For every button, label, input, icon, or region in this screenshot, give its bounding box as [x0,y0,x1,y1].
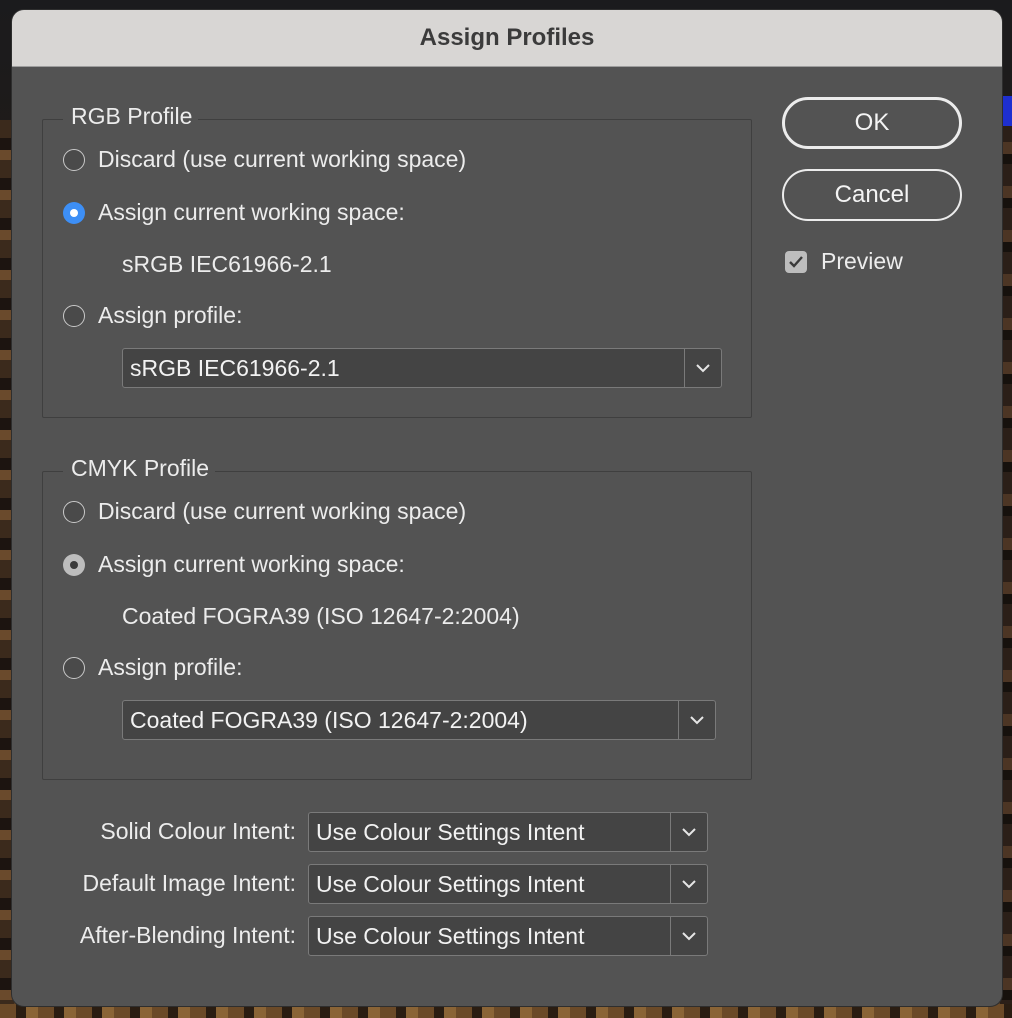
rgb-profile-dropdown[interactable]: sRGB IEC61966-2.1 [122,348,722,388]
ok-button[interactable]: OK [782,97,962,149]
solid-colour-intent-toggle[interactable] [670,813,707,851]
rgb-discard-label: Discard (use current working space) [98,146,467,172]
rgb-assign-current-option[interactable]: Assign current working space: [63,199,405,226]
dialog-title: Assign Profiles [419,24,595,51]
rgb-assign-current-radio[interactable] [63,201,85,224]
default-image-intent-value: Use Colour Settings Intent [316,870,585,897]
preview-option[interactable]: Preview [785,248,903,275]
assign-profiles-dialog: Assign Profiles RGB Profile Discard (use… [12,10,1002,1006]
default-image-intent-dropdown[interactable]: Use Colour Settings Intent [308,864,708,904]
cmyk-profile-dropdown-value: Coated FOGRA39 (ISO 12647-2:2004) [130,706,528,733]
cancel-button[interactable]: Cancel [782,169,962,221]
cmyk-assign-profile-label: Assign profile: [98,654,243,680]
rgb-discard-option[interactable]: Discard (use current working space) [63,146,466,173]
rgb-current-working-space: sRGB IEC61966-2.1 [122,251,332,277]
chevron-down-icon [682,827,696,836]
cmyk-discard-radio[interactable] [63,500,85,523]
solid-colour-intent-value: Use Colour Settings Intent [316,818,585,845]
rgb-discard-radio[interactable] [63,148,85,171]
preview-checkbox[interactable] [785,250,807,273]
default-image-intent-toggle[interactable] [670,865,707,903]
solid-colour-intent-label: Solid Colour Intent: [100,818,296,844]
cmyk-profile-dropdown-toggle[interactable] [678,701,715,739]
rgb-assign-current-label: Assign current working space: [98,199,405,225]
rgb-assign-profile-option[interactable]: Assign profile: [63,302,242,329]
default-image-intent-label: Default Image Intent: [82,870,296,896]
dialog-titlebar[interactable]: Assign Profiles [12,10,1002,67]
solid-colour-intent-dropdown[interactable]: Use Colour Settings Intent [308,812,708,852]
chevron-down-icon [682,931,696,940]
cmyk-assign-current-label: Assign current working space: [98,551,405,577]
cmyk-discard-label: Discard (use current working space) [98,498,467,524]
cmyk-profile-group: CMYK Profile Discard (use current workin… [42,455,752,780]
rgb-profile-group: RGB Profile Discard (use current working… [42,103,752,418]
cmyk-discard-option[interactable]: Discard (use current working space) [63,498,466,525]
cmyk-current-working-space: Coated FOGRA39 (ISO 12647-2:2004) [122,603,520,629]
after-blending-intent-label: After-Blending Intent: [79,922,296,948]
checkmark-icon [789,255,803,268]
cmyk-assign-profile-option[interactable]: Assign profile: [63,654,242,681]
preview-label: Preview [821,248,903,274]
rgb-assign-profile-radio[interactable] [63,304,85,327]
chevron-down-icon [682,879,696,888]
chevron-down-icon [696,363,710,372]
after-blending-intent-toggle[interactable] [670,917,707,955]
chevron-down-icon [690,715,704,724]
cmyk-profile-dropdown[interactable]: Coated FOGRA39 (ISO 12647-2:2004) [122,700,716,740]
rgb-profile-dropdown-toggle[interactable] [684,349,721,387]
rgb-assign-profile-label: Assign profile: [98,302,243,328]
background-window-edge-bottom [0,1004,1012,1018]
cmyk-profile-group-label: CMYK Profile [63,455,216,482]
cmyk-assign-current-option[interactable]: Assign current working space: [63,551,405,578]
after-blending-intent-value: Use Colour Settings Intent [316,922,585,949]
cmyk-assign-current-radio[interactable] [63,553,85,576]
cmyk-assign-profile-radio[interactable] [63,656,85,679]
rgb-profile-group-label: RGB Profile [63,103,199,130]
after-blending-intent-dropdown[interactable]: Use Colour Settings Intent [308,916,708,956]
rgb-profile-dropdown-value: sRGB IEC61966-2.1 [130,354,340,381]
